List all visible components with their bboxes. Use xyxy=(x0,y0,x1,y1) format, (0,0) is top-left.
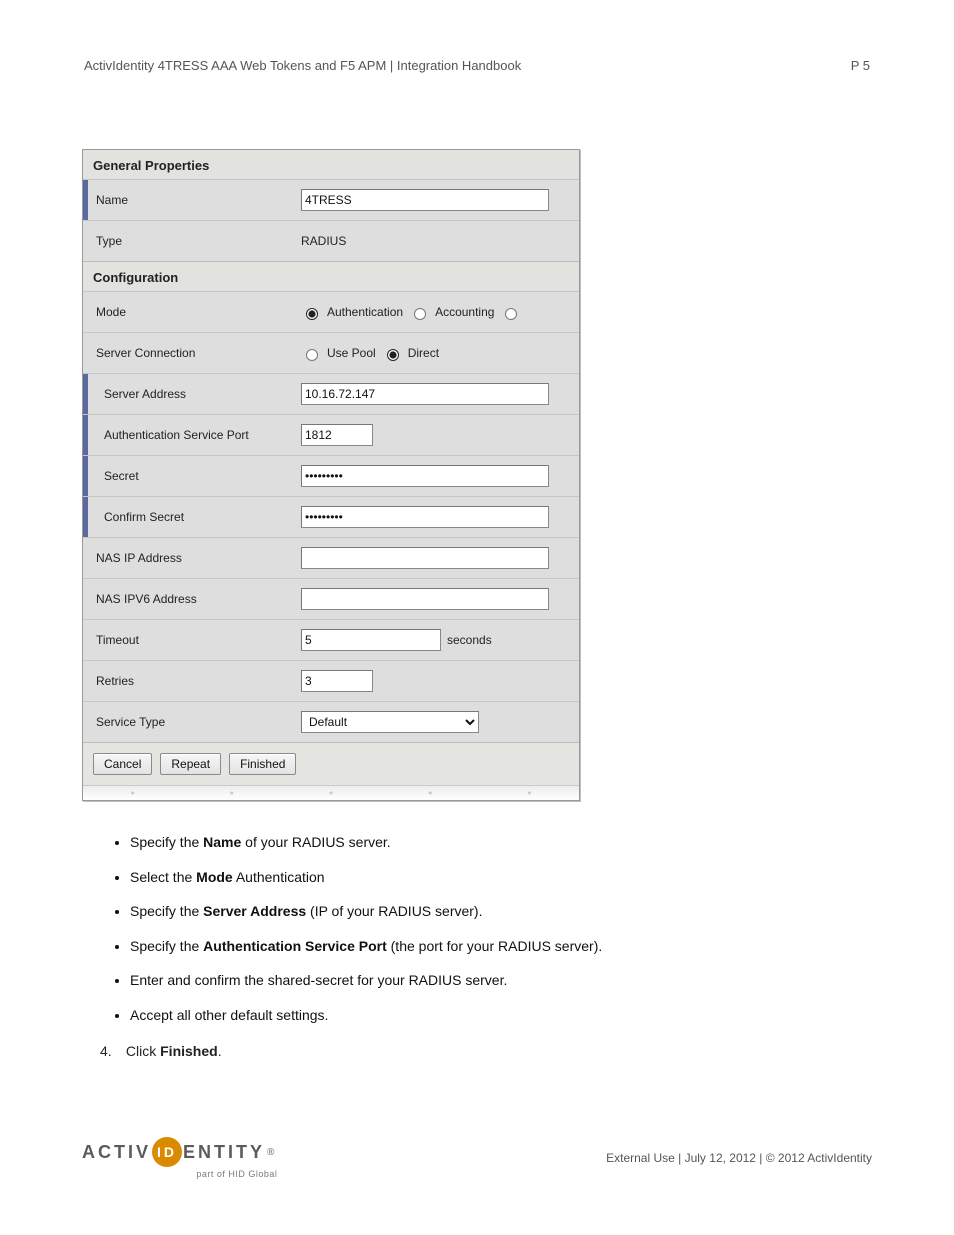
row-name: Name xyxy=(83,179,579,220)
instruction-item: Specify the Name of your RADIUS server. xyxy=(130,829,872,856)
label-server-addr: Server Address xyxy=(88,387,301,401)
nas-ipv6-input[interactable] xyxy=(301,588,549,610)
row-server-conn: Server Connection Use Pool Direct xyxy=(83,332,579,373)
instruction-item: Accept all other default settings. xyxy=(130,1002,872,1029)
doc-title: ActivIdentity 4TRESS AAA Web Tokens and … xyxy=(84,58,521,73)
label-mode: Mode xyxy=(88,305,301,319)
mode-auth-radio[interactable] xyxy=(306,308,318,320)
row-type: Type RADIUS xyxy=(83,220,579,261)
page-footer: ACTIV ID ENTITY® part of HID Global Exte… xyxy=(82,1137,872,1179)
secret-input[interactable] xyxy=(301,465,549,487)
nas-ip-input[interactable] xyxy=(301,547,549,569)
label-service-type: Service Type xyxy=(88,715,301,729)
label-server-conn: Server Connection xyxy=(88,346,301,360)
label-name: Name xyxy=(88,193,301,207)
row-nas-ip: NAS IP Address xyxy=(83,537,579,578)
label-auth-port: Authentication Service Port xyxy=(88,428,301,442)
step-4: 4. Click Finished. xyxy=(100,1043,872,1059)
mode-acct-radio[interactable] xyxy=(414,308,426,320)
mode-acct-label: Accounting xyxy=(435,305,494,319)
activ-identity-logo: ACTIV ID ENTITY® part of HID Global xyxy=(82,1137,277,1179)
row-service-type: Service Type Default xyxy=(83,701,579,742)
section-title-config: Configuration xyxy=(83,261,579,291)
row-mode: Mode Authentication Accounting xyxy=(83,291,579,332)
retries-input[interactable] xyxy=(301,670,373,692)
section-title-general: General Properties xyxy=(83,150,579,179)
instruction-item: Select the Mode Authentication xyxy=(130,864,872,891)
confirm-secret-input[interactable] xyxy=(301,506,549,528)
label-type: Type xyxy=(88,234,301,248)
doc-header: ActivIdentity 4TRESS AAA Web Tokens and … xyxy=(82,58,872,79)
label-nas-ip: NAS IP Address xyxy=(88,551,301,565)
document-page: ActivIdentity 4TRESS AAA Web Tokens and … xyxy=(0,0,954,1235)
server-address-input[interactable] xyxy=(301,383,549,405)
torn-edge xyxy=(83,785,579,800)
instruction-item: Specify the Server Address (IP of your R… xyxy=(130,898,872,925)
instructions: Specify the Name of your RADIUS server. … xyxy=(82,829,872,1029)
repeat-button[interactable]: Repeat xyxy=(160,753,221,775)
row-retries: Retries xyxy=(83,660,579,701)
finished-button[interactable]: Finished xyxy=(229,753,296,775)
row-secret: Secret xyxy=(83,455,579,496)
instruction-item: Enter and confirm the shared-secret for … xyxy=(130,967,872,994)
config-form-screenshot: General Properties Name Type RADIUS Conf… xyxy=(82,149,580,801)
footer-text: External Use | July 12, 2012 | © 2012 Ac… xyxy=(606,1151,872,1165)
timeout-input[interactable] xyxy=(301,629,441,651)
label-confirm-secret: Confirm Secret xyxy=(88,510,301,524)
label-nas-ipv6: NAS IPV6 Address xyxy=(88,592,301,606)
conn-direct-label: Direct xyxy=(408,346,439,360)
label-retries: Retries xyxy=(88,674,301,688)
type-value: RADIUS xyxy=(301,234,346,248)
page-number: P 5 xyxy=(851,58,870,73)
row-server-addr: Server Address xyxy=(83,373,579,414)
conn-pool-label: Use Pool xyxy=(327,346,376,360)
logo-subtitle: part of HID Global xyxy=(196,1169,277,1179)
name-input[interactable] xyxy=(301,189,549,211)
row-nas-ipv6: NAS IPV6 Address xyxy=(83,578,579,619)
auth-port-input[interactable] xyxy=(301,424,373,446)
label-secret: Secret xyxy=(88,469,301,483)
cancel-button[interactable]: Cancel xyxy=(93,753,152,775)
conn-pool-radio[interactable] xyxy=(306,349,318,361)
logo-id-icon: ID xyxy=(152,1137,182,1167)
service-type-select[interactable]: Default xyxy=(301,711,479,733)
timeout-unit: seconds xyxy=(447,633,492,647)
row-timeout: Timeout seconds xyxy=(83,619,579,660)
row-auth-port: Authentication Service Port xyxy=(83,414,579,455)
row-confirm-secret: Confirm Secret xyxy=(83,496,579,537)
mode-auth-label: Authentication xyxy=(327,305,403,319)
label-timeout: Timeout xyxy=(88,633,301,647)
instruction-item: Specify the Authentication Service Port … xyxy=(130,933,872,960)
button-row: Cancel Repeat Finished xyxy=(83,742,579,785)
mode-third-radio[interactable] xyxy=(505,308,517,320)
conn-direct-radio[interactable] xyxy=(387,349,399,361)
